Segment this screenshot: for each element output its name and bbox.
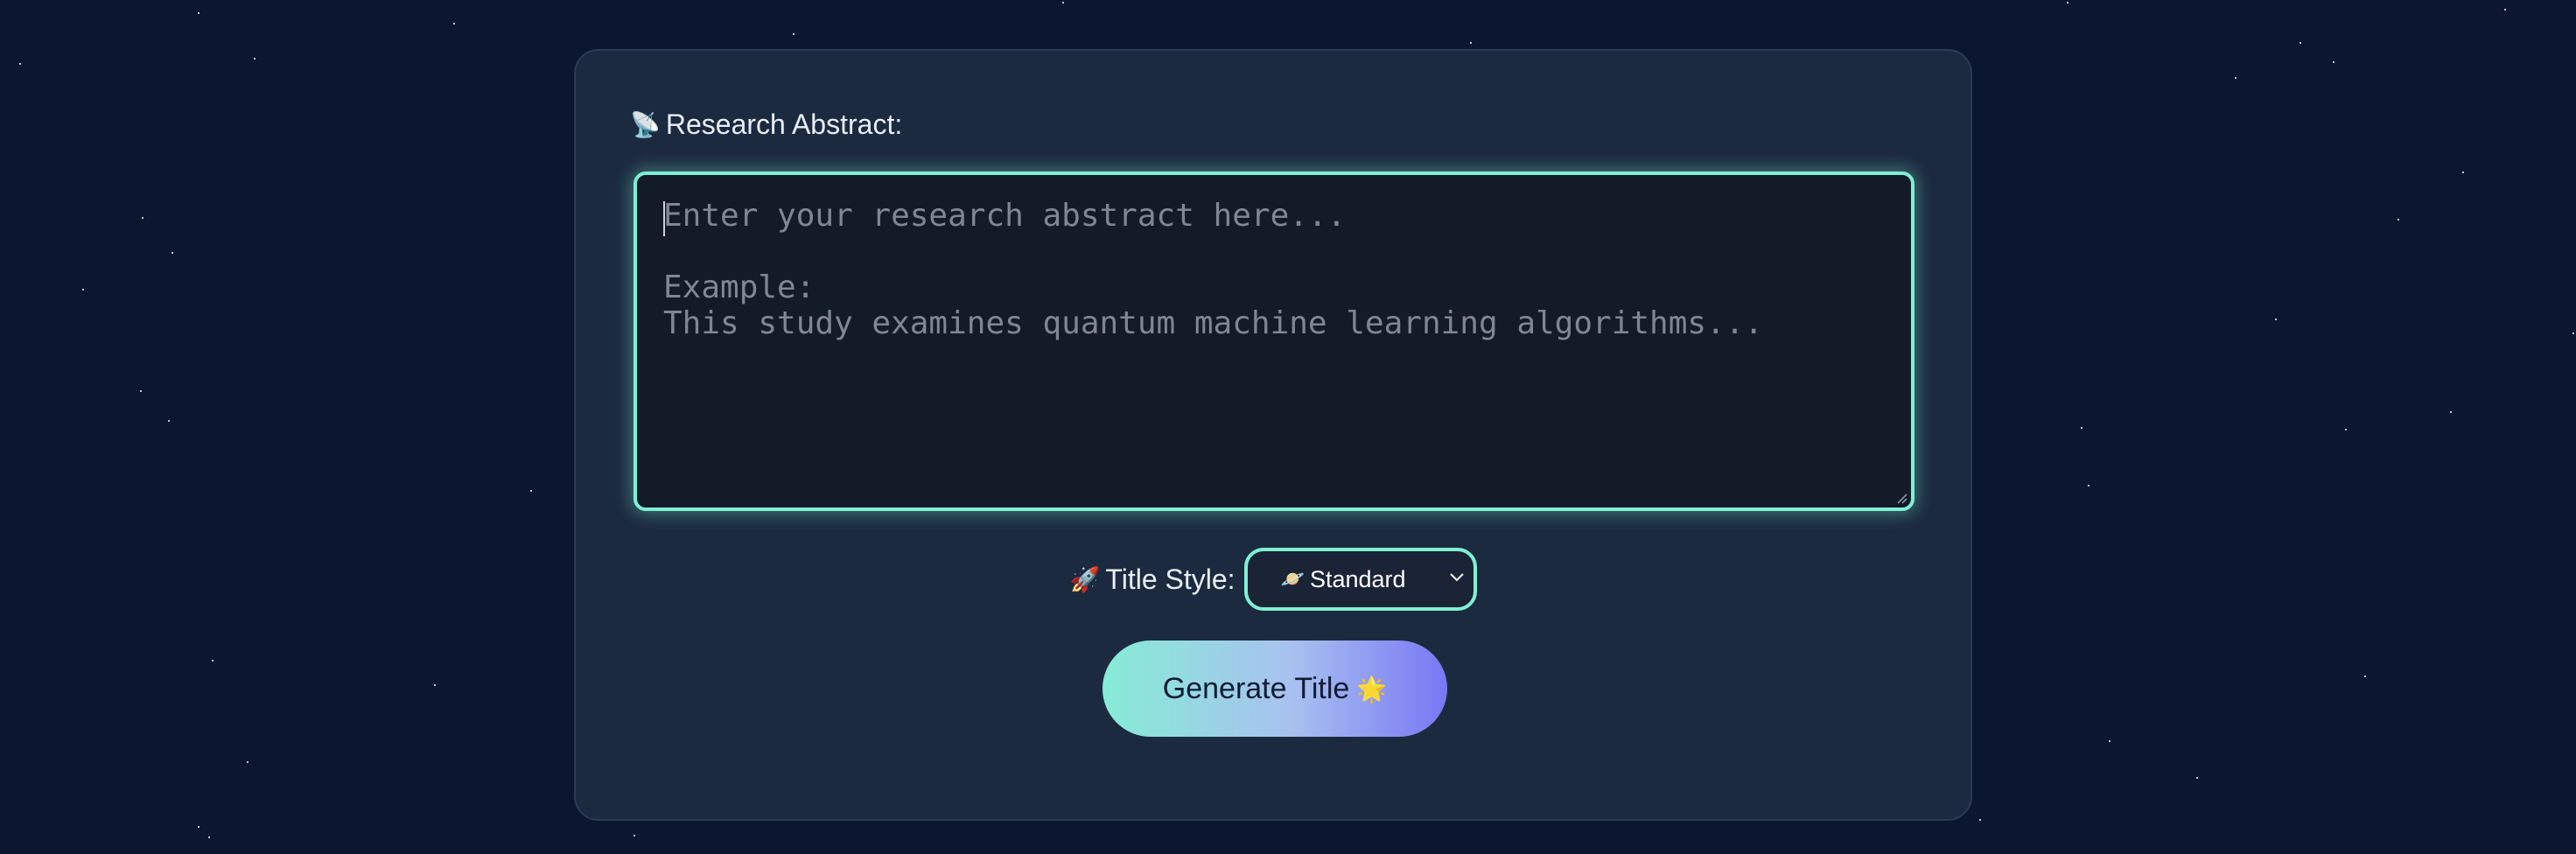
text-caret [663,201,665,236]
ringed-planet-icon: 🪐 [1280,568,1305,591]
title-style-selected-value: Standard [1309,565,1406,592]
abstract-textarea[interactable]: Enter your research abstract here... Exa… [634,172,1914,511]
chevron-down-icon [1449,573,1464,582]
glowing-star-icon: 🌟 [1356,674,1388,704]
abstract-form-card: 📡 Research Abstract: Enter your research… [574,49,1972,821]
resize-handle-icon[interactable] [1895,492,1908,504]
title-style-label: 🚀 Title Style: [1069,564,1235,596]
satellite-antenna-icon: 📡 [630,110,661,139]
title-style-row: 🚀 Title Style: 🪐 Standard [576,548,1970,611]
title-style-label-text: Title Style: [1105,563,1236,595]
generate-title-button[interactable]: Generate Title 🌟 [1102,640,1447,737]
generate-title-label: Generate Title [1162,671,1350,705]
abstract-label-text: Research Abstract: [665,108,903,140]
abstract-placeholder: Enter your research abstract here... Exa… [663,198,1764,341]
abstract-label: 📡 Research Abstract: [630,108,902,141]
title-style-select[interactable]: 🪐 Standard [1243,548,1477,611]
rocket-icon: 🚀 [1069,564,1101,594]
